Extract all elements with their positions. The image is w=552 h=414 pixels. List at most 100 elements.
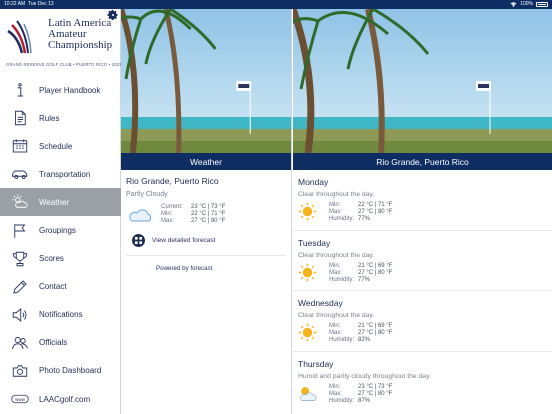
status-bar: 10:22 AM Tue Dec 13 100%	[0, 0, 552, 9]
grid-icon	[132, 234, 145, 247]
divider	[126, 255, 286, 256]
sidebar-item-label: Rules	[39, 113, 60, 123]
humidity-value: 82%	[358, 337, 371, 343]
sidebar-item-label: Groupings	[39, 226, 76, 236]
www-icon: www	[11, 394, 29, 404]
people-icon	[12, 336, 28, 349]
min-label: Min:	[329, 323, 341, 329]
sidebar-item-label: Transportation	[39, 169, 91, 179]
forecast-link-label: View detailed forecast	[152, 237, 216, 244]
forecast-day: Tuesday Clear throughout the day. Min: 21…	[293, 231, 552, 291]
app-logo: Latin America Amateur Championship GRAND…	[0, 9, 122, 75]
powered-by-forecast-link[interactable]: Powered by forecast	[126, 265, 286, 272]
sidebar-item-notifications[interactable]: Notifications	[0, 301, 121, 329]
status-date: Tue Dec 13	[28, 1, 54, 7]
car-icon	[12, 170, 28, 180]
sidebar-item-officials[interactable]: Officials	[0, 329, 121, 357]
sidebar-item-rules[interactable]: Rules	[0, 104, 121, 132]
min-label: Min:	[161, 211, 173, 217]
status-time: 10:22 AM	[4, 1, 26, 7]
min-label: Min:	[329, 383, 341, 390]
forecast-day: Thursday Humid and partly cloudy through…	[293, 352, 552, 413]
max-label: Max:	[161, 218, 175, 224]
battery-percent: 100%	[520, 1, 533, 7]
sun-icon	[298, 323, 317, 342]
day-values: Min: 23 °C | 73 °F Max: 27 °C | 80 °F Humi…	[329, 383, 392, 405]
camera-icon	[12, 365, 28, 377]
day-name: Wednesday	[298, 298, 343, 308]
gear-icon[interactable]	[107, 9, 119, 21]
partly-cloudy-icon	[300, 386, 317, 401]
logo-title: Latin America Amateur Championship	[48, 17, 113, 51]
sidebar-item-website[interactable]: www LAACgolf.com	[0, 385, 121, 413]
max-label: Max:	[329, 390, 343, 397]
max-label: Max:	[329, 209, 343, 215]
sun-icon	[298, 263, 317, 281]
trophy-icon	[12, 251, 28, 266]
max-temp: 27 °C | 80 °F	[358, 209, 393, 215]
humidity-label: Humidity:	[329, 337, 355, 343]
speaker-icon	[12, 307, 27, 322]
humidity-label: Humidity:	[329, 276, 355, 283]
forecast-day: Monday Clear throughout the day. Min: 22 …	[293, 170, 552, 231]
pane-title-bar: Weather	[121, 153, 291, 170]
pane-title-bar: Rio Grande, Puerto Rico	[293, 153, 552, 170]
sidebar-item-label: Player Handbook	[39, 85, 101, 95]
sidebar-nav: Player Handbook Rules Schedule Transport…	[0, 76, 121, 413]
min-temp: 23 °C | 73 °F	[358, 383, 393, 390]
day-description: Clear throughout the day.	[298, 251, 375, 259]
day-description: Humid and partly cloudy throughout the d…	[298, 372, 431, 380]
weather-icon	[12, 194, 28, 209]
sidebar-item-label: LAACgolf.com	[39, 394, 91, 404]
sidebar-item-schedule[interactable]: Schedule	[0, 132, 121, 160]
sidebar-item-label: Schedule	[39, 141, 73, 151]
sidebar-item-label: Photo Dashboard	[39, 366, 102, 376]
sidebar-item-weather[interactable]: Weather	[0, 188, 121, 217]
laac-logo-mark	[7, 20, 32, 54]
sidebar-item-transportation[interactable]: Transportation	[0, 160, 121, 188]
day-name: Monday	[298, 177, 329, 187]
svg-text:www: www	[15, 397, 25, 402]
forecast-pane: Rio Grande, Puerto Rico Monday Clear thr…	[293, 9, 552, 414]
day-name: Tuesday	[298, 237, 331, 248]
current-condition: Partly Cloudy	[126, 191, 168, 198]
sidebar-item-label: Contact	[39, 282, 67, 292]
calendar-icon	[12, 139, 28, 153]
day-values: Min: 21 °C | 69 °F Max: 27 °C | 80 °F Humi…	[329, 262, 392, 284]
sidebar-item-label: Officials	[39, 338, 68, 348]
sidebar-item-label: Scores	[39, 254, 64, 264]
humidity-value: 87%	[358, 397, 371, 404]
current-values: Current: 23 °C | 73 °F Min: 22 °C | 71 °F …	[161, 204, 225, 225]
sidebar-item-groupings[interactable]: Groupings	[0, 216, 121, 244]
daily-forecast-list: Monday Clear throughout the day. Min: 22 …	[293, 170, 552, 412]
view-detailed-forecast-link[interactable]: View detailed forecast	[126, 234, 286, 247]
current-weather-card: Rio Grande, Puerto Rico Partly Cloudy Cu…	[121, 170, 291, 278]
partly-cloudy-icon	[129, 209, 152, 222]
min-temp: 22 °C | 71 °F	[358, 202, 393, 208]
current-label: Current:	[161, 204, 183, 210]
sidebar-item-photo-dashboard[interactable]: Photo Dashboard	[0, 357, 121, 385]
min-label: Min:	[329, 262, 341, 269]
max-temp: 27 °C | 80 °F	[358, 390, 393, 397]
min-temp: 21 °C | 69 °F	[358, 323, 393, 329]
max-temp: 27 °C | 80 °F	[358, 269, 393, 276]
humidity-label: Humidity:	[329, 397, 355, 404]
weather-summary-pane: Weather Rio Grande, Puerto Rico Partly C…	[121, 9, 292, 414]
day-values: Min: 22 °C | 71 °F Max: 27 °C | 80 °F Humi…	[329, 202, 392, 223]
day-values: Min: 21 °C | 69 °F Max: 27 °C | 80 °F Humi…	[329, 323, 392, 344]
sidebar-item-scores[interactable]: Scores	[0, 245, 121, 273]
sidebar-item-contact[interactable]: Contact	[0, 273, 121, 301]
sidebar-item-label: Weather	[39, 197, 70, 207]
min-temp: 21 °C | 69 °F	[358, 262, 393, 269]
sidebar-item-player-handbook[interactable]: Player Handbook	[0, 76, 121, 104]
wifi-icon	[510, 1, 517, 7]
location-label: Rio Grande, Puerto Rico	[126, 176, 219, 186]
current-temp: 23 °C | 73 °F	[191, 204, 226, 210]
min-label: Min:	[329, 202, 341, 208]
pencil-icon	[13, 280, 27, 294]
humidity-value: 77%	[358, 276, 371, 283]
day-name: Thursday	[298, 358, 334, 369]
max-label: Max:	[329, 330, 343, 336]
day-description: Clear throughout the day.	[298, 191, 375, 198]
forecast-day: Wednesday Clear throughout the day. Min:…	[293, 291, 552, 352]
